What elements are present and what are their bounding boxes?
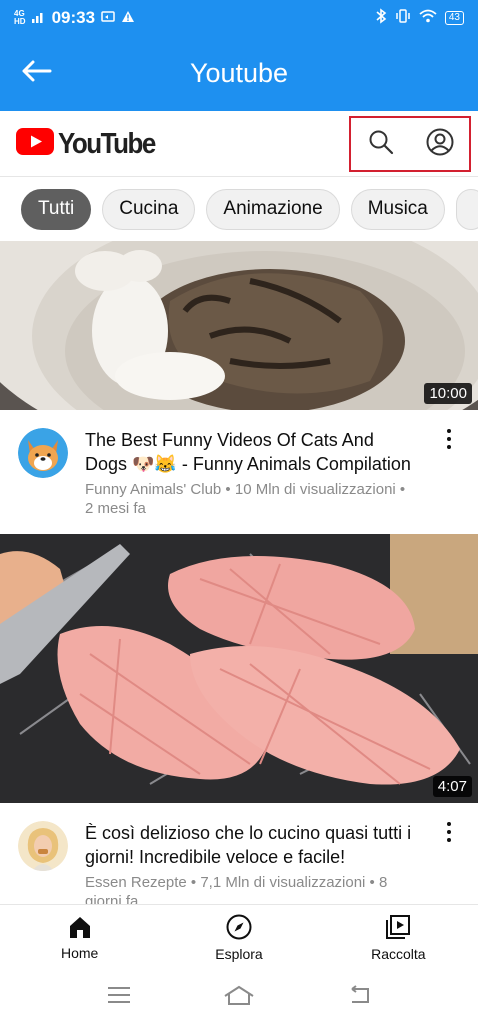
- chip-animazione[interactable]: Animazione: [206, 188, 340, 230]
- dot: [447, 437, 451, 441]
- account-icon: [426, 128, 454, 161]
- arrow-left-icon: [22, 60, 52, 87]
- youtube-logo[interactable]: YouTube: [16, 126, 156, 160]
- library-icon: [385, 914, 411, 943]
- video-subtitle: Essen Rezepte • 7,1 Mln di visualizzazio…: [85, 874, 388, 904]
- dog-avatar-icon: [18, 428, 68, 478]
- home-outline-icon: [223, 984, 255, 1011]
- video-duration: 4:07: [432, 776, 472, 797]
- chip-partial[interactable]: [455, 188, 478, 230]
- nav-explore-label: Esplora: [215, 945, 263, 962]
- bluetooth-icon: [375, 8, 387, 28]
- chip-musica[interactable]: Musica: [350, 188, 445, 230]
- youtube-header: YouTube: [0, 111, 478, 177]
- system-navigation: [0, 970, 478, 1024]
- dot: [447, 445, 451, 449]
- back-system-button[interactable]: [343, 983, 375, 1011]
- chip-cucina[interactable]: Cucina: [102, 188, 196, 230]
- network-indicator: 4G HD: [14, 10, 26, 26]
- dot: [447, 429, 451, 433]
- status-time: 09:33: [51, 8, 96, 27]
- more-options-button[interactable]: [436, 817, 462, 847]
- home-system-button[interactable]: [223, 983, 255, 1011]
- header-actions-highlight: [349, 116, 471, 172]
- cat-thumbnail-image: [0, 241, 478, 410]
- category-chips: Tutti Cucina Animazione Musica: [0, 177, 478, 241]
- account-button[interactable]: [420, 124, 460, 164]
- dot: [447, 830, 451, 834]
- back-system-icon: [347, 984, 371, 1010]
- status-left: 4G HD 09:33: [14, 8, 135, 28]
- chip-tutti[interactable]: Tutti: [21, 188, 92, 230]
- menu-button[interactable]: [103, 983, 135, 1011]
- channel-avatar[interactable]: [18, 428, 68, 478]
- youtube-logo-text: YouTube: [58, 126, 156, 160]
- nav-library[interactable]: Raccolta: [319, 905, 478, 970]
- app-title: Youtube: [189, 58, 289, 88]
- video-subtitle: Funny Animals' Club • 10 Mln di visualiz…: [85, 481, 406, 517]
- vibrate-icon: [395, 9, 411, 27]
- chicken-thumbnail-image: [0, 534, 478, 803]
- video-feed[interactable]: 10:00 The Best Funny Videos Of Cats And …: [0, 241, 478, 904]
- nav-explore[interactable]: Esplora: [159, 905, 318, 970]
- dot: [447, 838, 451, 842]
- wifi-icon: [419, 9, 437, 27]
- screen-cast-icon: [101, 10, 115, 27]
- video-thumbnail[interactable]: 10:00: [0, 241, 478, 410]
- more-options-button[interactable]: [436, 424, 462, 454]
- person-avatar-icon: [18, 821, 68, 871]
- menu-icon: [107, 986, 131, 1009]
- app-bar: Youtube: [0, 36, 478, 111]
- video-info[interactable]: È così delizioso che lo cucino quasi tut…: [0, 803, 478, 904]
- status-bar: 4G HD 09:33 43: [0, 0, 478, 36]
- status-right: 43: [375, 8, 464, 28]
- search-button[interactable]: [361, 124, 401, 164]
- bottom-navigation: Home Esplora Raccolta: [0, 904, 478, 970]
- video-info[interactable]: The Best Funny Videos Of Cats And Dogs 🐶…: [0, 410, 478, 534]
- back-button[interactable]: [20, 58, 54, 88]
- search-icon: [368, 129, 394, 160]
- channel-avatar[interactable]: [18, 821, 68, 871]
- video-duration: 10:00: [424, 383, 472, 404]
- compass-icon: [226, 914, 252, 943]
- video-title[interactable]: The Best Funny Videos Of Cats And Dogs 🐶…: [85, 428, 415, 476]
- video-title[interactable]: È così delizioso che lo cucino quasi tut…: [85, 821, 415, 869]
- video-meta: È così delizioso che lo cucino quasi tut…: [85, 821, 415, 904]
- nav-home-label: Home: [60, 944, 99, 961]
- video-thumbnail[interactable]: 4:07: [0, 534, 478, 803]
- battery-indicator: 43: [444, 11, 464, 25]
- dot: [447, 822, 451, 826]
- video-meta: The Best Funny Videos Of Cats And Dogs 🐶…: [85, 428, 415, 534]
- nav-home[interactable]: Home: [0, 905, 159, 970]
- network-sub: HD: [14, 17, 26, 26]
- signal-icon: [31, 10, 46, 27]
- nav-library-label: Raccolta: [371, 945, 426, 962]
- warning-icon: [121, 10, 135, 27]
- youtube-play-icon: [16, 127, 54, 160]
- home-icon: [67, 915, 93, 942]
